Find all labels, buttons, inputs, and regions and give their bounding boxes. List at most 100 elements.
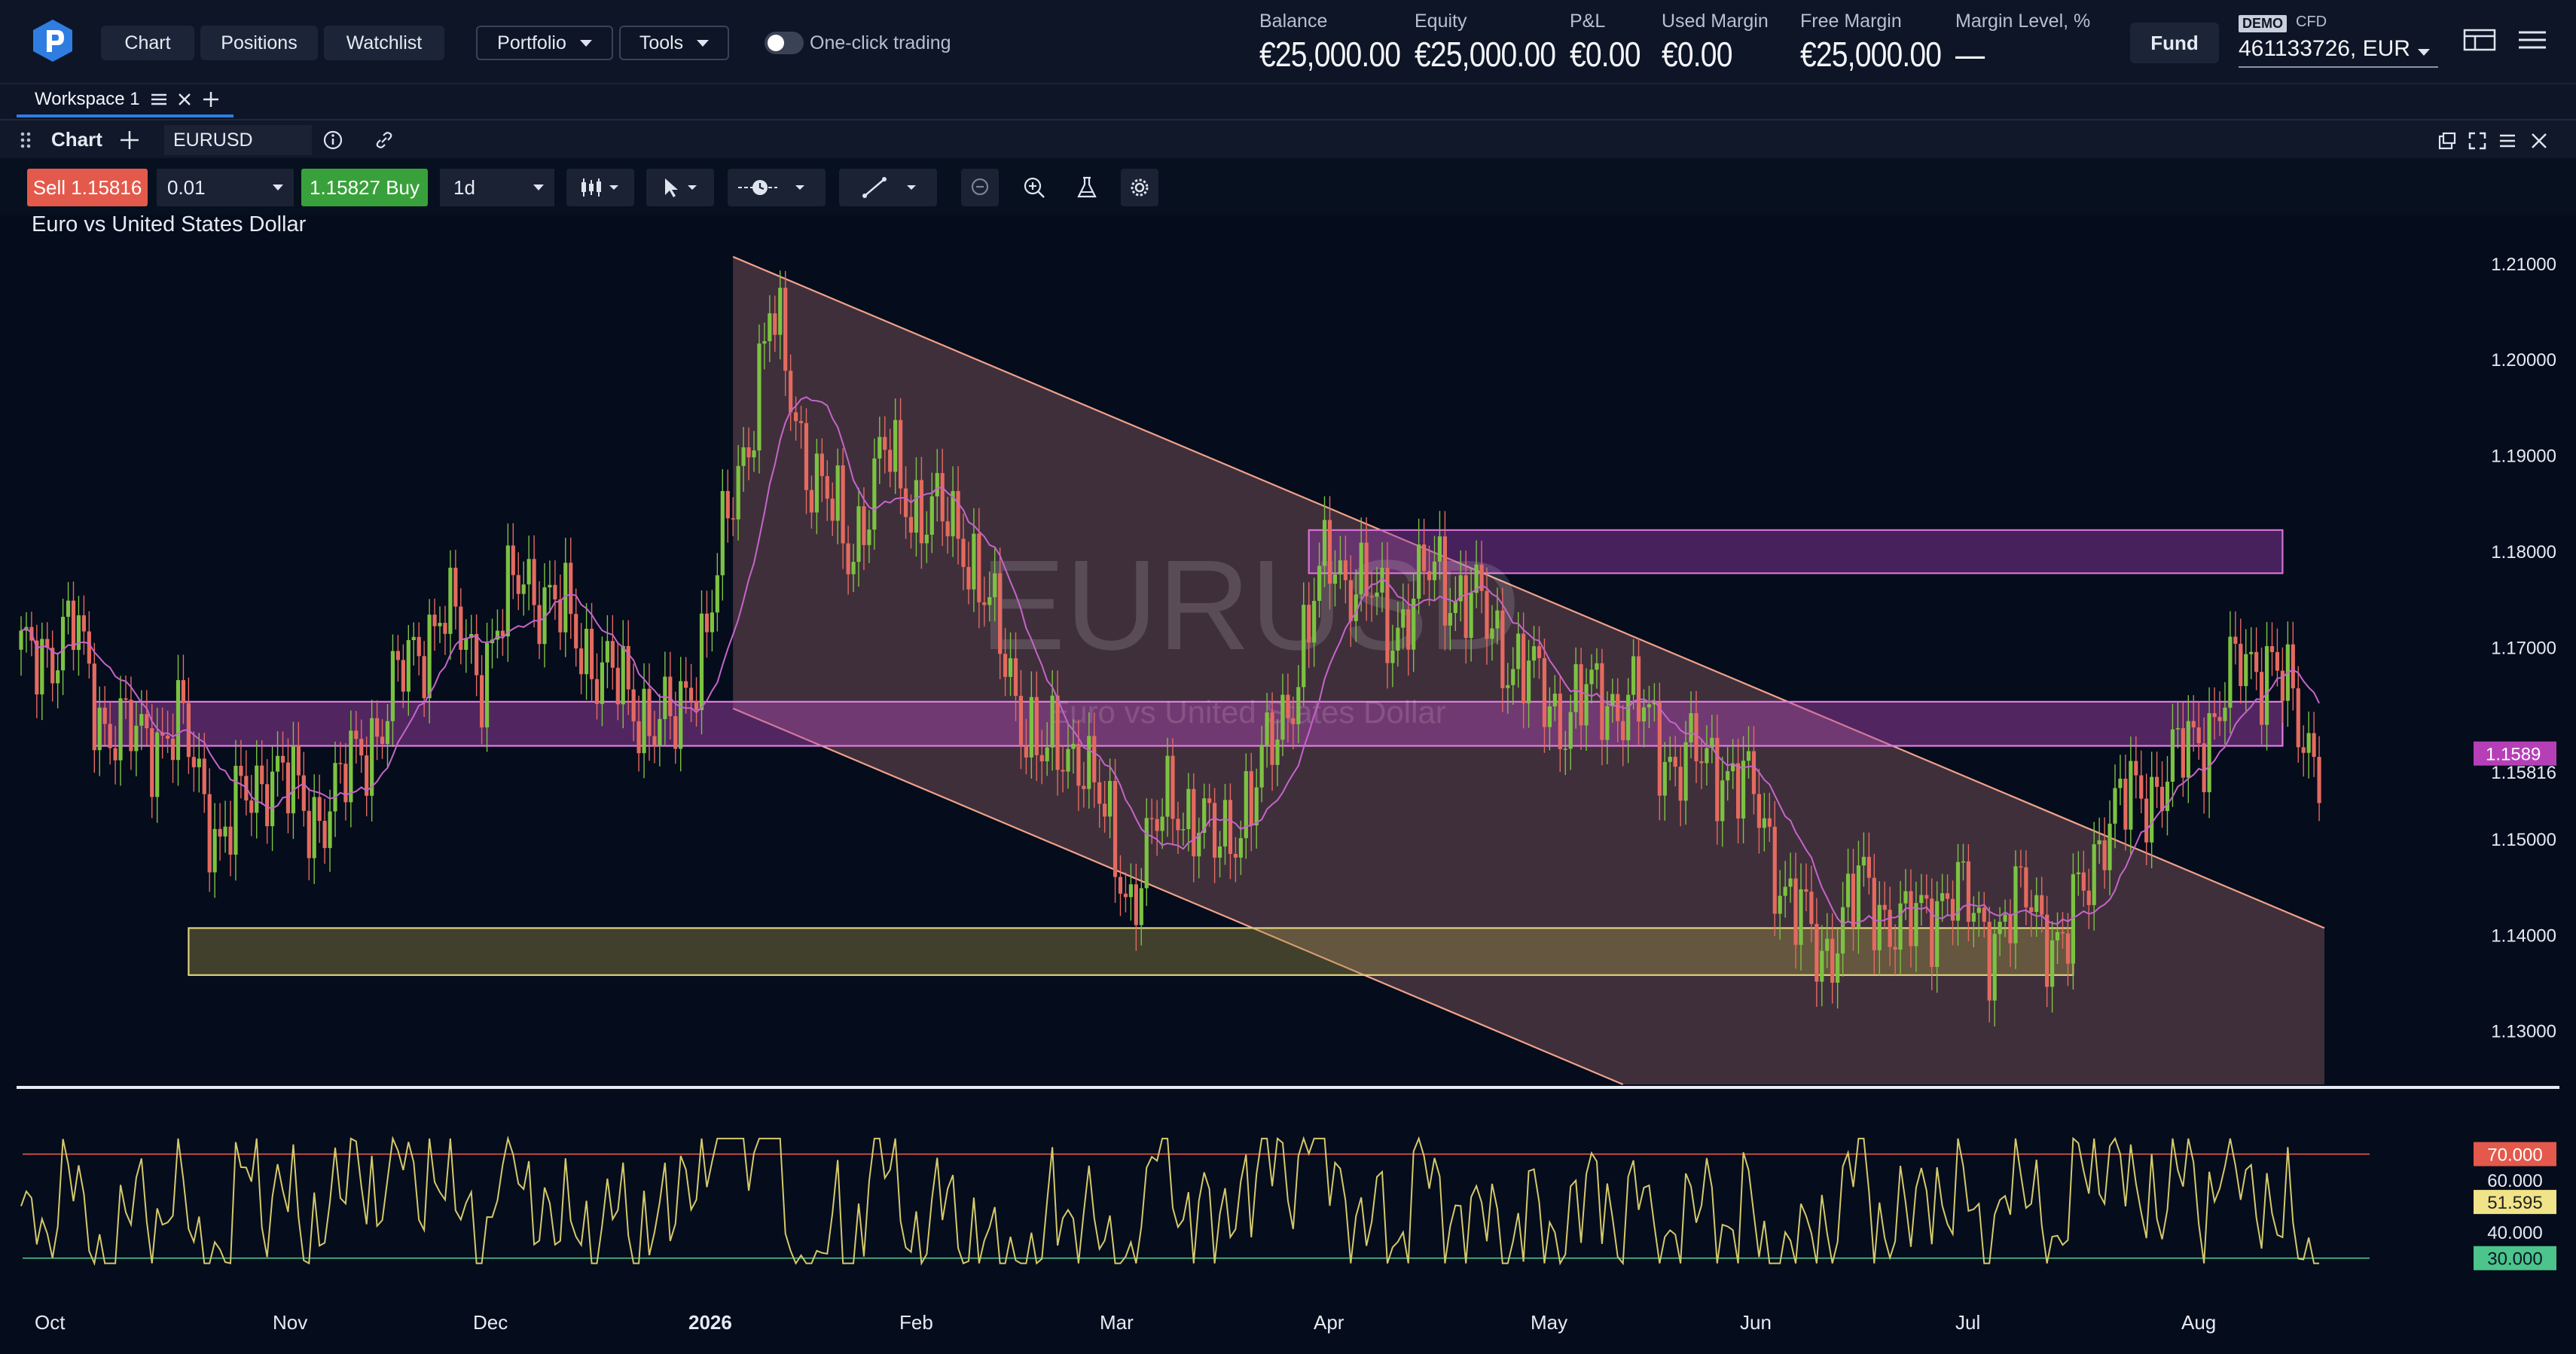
candle-body (2155, 776, 2159, 787)
popout-icon[interactable] (2437, 131, 2457, 151)
add-workspace-icon[interactable] (202, 90, 220, 108)
margin-level-label: Margin Level, % (1955, 11, 2091, 32)
candle-body (1396, 627, 1400, 651)
candle-body (1045, 747, 1049, 761)
candle-body (710, 612, 714, 633)
candle-body (1950, 898, 1955, 921)
candle-body (1710, 737, 1714, 749)
panel-menu-icon[interactable] (2498, 131, 2517, 151)
candle-body (951, 491, 955, 537)
zoom-in-button[interactable] (1015, 169, 1053, 206)
candle-body (307, 810, 311, 858)
workspace-tab[interactable]: Workspace 1 (17, 84, 233, 117)
candle-body (652, 736, 657, 746)
candle-body (1600, 663, 1604, 740)
candle-body (228, 826, 233, 855)
rsi-current-value: 51.595 (2487, 1193, 2542, 1213)
candle-body (505, 545, 510, 637)
candle-body (1987, 922, 1992, 1001)
candle-body (1332, 574, 1338, 584)
candle-body (789, 371, 793, 413)
symbol-input[interactable]: EURUSD (164, 125, 312, 155)
nav-watchlist-button[interactable]: Watchlist (324, 26, 444, 60)
candle-body (1338, 560, 1342, 575)
candle-body (819, 453, 824, 477)
candle-body (260, 765, 264, 785)
moving-average-line (20, 396, 2320, 926)
candle-body (689, 688, 694, 701)
nav-chart-button[interactable]: Chart (101, 26, 194, 60)
candle-body (1406, 609, 1411, 650)
candle-body (1542, 657, 1547, 727)
candle-body (1500, 610, 1505, 688)
buy-button[interactable]: 1.15827 Buy (301, 169, 428, 206)
rsi-current-value-tag (2474, 1190, 2556, 1215)
candle-body (1113, 781, 1118, 877)
candle-body (495, 630, 500, 640)
price-tick-label: 1.17000 (2491, 638, 2556, 658)
resistance-zone (1308, 529, 2284, 575)
candle-body (626, 645, 630, 690)
sell-button[interactable]: Sell 1.15816 (27, 169, 148, 206)
candle-body (1641, 707, 1647, 722)
candle-body (2081, 872, 2086, 891)
portfolio-dropdown[interactable]: Portfolio (476, 26, 613, 60)
candlestick-icon (581, 178, 618, 197)
candle-body (1584, 684, 1589, 726)
menu-icon[interactable] (2516, 27, 2549, 53)
fullscreen-icon[interactable] (2468, 131, 2487, 151)
candle-body (1898, 903, 1903, 950)
broker-logo-icon[interactable] (29, 17, 77, 65)
candle-body (1930, 898, 1934, 968)
time-tool-button[interactable] (728, 169, 826, 206)
drag-handle-icon[interactable] (20, 131, 32, 149)
candle-body (814, 453, 819, 513)
candle-body (1924, 895, 1929, 899)
zoom-out-button[interactable] (961, 169, 999, 206)
chart-type-button[interactable] (566, 169, 634, 206)
candle-body (197, 758, 201, 767)
settings-button[interactable] (1121, 169, 1158, 206)
cursor-tool-button[interactable] (646, 169, 714, 206)
candle-body (1008, 658, 1013, 677)
info-icon[interactable] (322, 130, 343, 151)
candle-body (1720, 780, 1725, 822)
pnl-stat: P&L €0.00 (1570, 11, 1653, 75)
candle-body (1254, 787, 1259, 826)
fund-button[interactable]: Fund (2130, 23, 2219, 63)
candle-body (301, 775, 306, 811)
candle-body (29, 627, 34, 641)
candle-body (1856, 865, 1861, 929)
candle-body (464, 638, 469, 650)
link-icon[interactable] (374, 130, 395, 151)
candle-body (574, 614, 578, 649)
candle-body (2217, 717, 2222, 721)
layout-icon[interactable] (2463, 27, 2496, 53)
nav-positions-button[interactable]: Positions (200, 26, 318, 60)
indicators-button[interactable] (1068, 169, 1106, 206)
candle-body (1259, 745, 1264, 788)
candle-body (987, 597, 992, 605)
candle-body (1678, 767, 1683, 801)
quantity-select[interactable]: 0.01 (157, 169, 294, 206)
account-selector[interactable]: 461133726, EUR (2239, 36, 2438, 68)
candle-body (233, 765, 238, 855)
candle-body (181, 680, 186, 703)
chevron-down-icon (273, 184, 283, 191)
candle-body (684, 681, 688, 688)
close-panel-icon[interactable] (2529, 131, 2549, 151)
candle-body (908, 517, 914, 533)
candle-body (1976, 907, 1981, 913)
timeframe-select[interactable]: 1d (440, 169, 554, 206)
candle-body (1851, 874, 1856, 929)
candle-body (2196, 727, 2201, 744)
close-workspace-icon[interactable] (178, 93, 191, 106)
one-click-trading-toggle[interactable] (765, 32, 804, 54)
candle-body (2024, 867, 2028, 907)
tools-dropdown[interactable]: Tools (619, 26, 729, 60)
timeframe-value: 1d (453, 175, 475, 199)
workspace-menu-icon[interactable] (151, 93, 167, 106)
add-chart-icon[interactable] (119, 130, 140, 151)
candle-body (2029, 907, 2034, 912)
drawing-tool-button[interactable] (839, 169, 937, 206)
